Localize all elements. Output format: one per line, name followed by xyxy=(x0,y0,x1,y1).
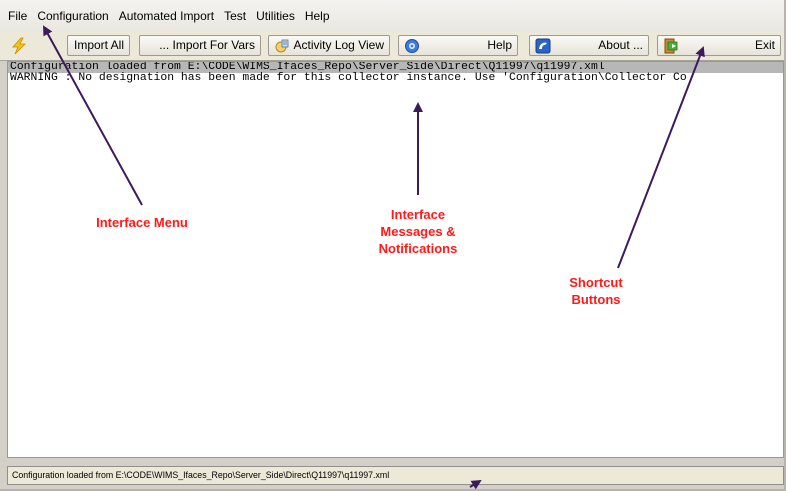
message-log[interactable]: Configuration loaded from E:\CODE\WIMS_I… xyxy=(7,61,784,458)
exit-label: Exit xyxy=(754,38,775,52)
import-for-vars-label: ... Import For Vars xyxy=(159,38,255,52)
menu-utilities[interactable]: Utilities xyxy=(251,0,300,32)
annotation-interface-messages: Interface Messages & Notifications xyxy=(378,207,458,256)
lightning-icon[interactable] xyxy=(10,37,28,55)
menu-configuration[interactable]: Configuration xyxy=(32,0,113,32)
help-label: Help xyxy=(487,38,512,52)
log-line[interactable]: WARNING : No designation has been made f… xyxy=(8,72,783,84)
menu-help[interactable]: Help xyxy=(300,0,335,32)
menu-automated-import[interactable]: Automated Import xyxy=(114,0,219,32)
import-for-vars-button[interactable]: ... Import For Vars xyxy=(139,35,261,56)
menu-file[interactable]: File xyxy=(0,0,32,32)
help-icon xyxy=(405,39,419,53)
status-bar: Configuration loaded from E:\CODE\WIMS_I… xyxy=(7,466,784,485)
activity-log-view-button[interactable]: Activity Log View xyxy=(268,35,390,56)
import-all-label: Import All xyxy=(73,38,124,52)
about-button[interactable]: About ... xyxy=(529,35,649,56)
activity-log-icon xyxy=(275,39,289,53)
annotation-shortcut-buttons: Shortcut Buttons xyxy=(569,275,623,307)
activity-log-view-label: Activity Log View xyxy=(293,38,385,52)
exit-icon xyxy=(664,38,678,54)
annotation-interface-menu: Interface Menu xyxy=(96,215,188,230)
about-icon xyxy=(535,38,551,54)
menu-bar: File Configuration Automated Import Test… xyxy=(0,0,784,33)
about-label: About ... xyxy=(598,38,643,52)
help-button[interactable]: Help xyxy=(398,35,518,56)
menu-test[interactable]: Test xyxy=(219,0,251,32)
exit-button[interactable]: Exit xyxy=(657,35,781,56)
toolbar: Import All ... Import For Vars Activity … xyxy=(0,32,784,61)
import-all-button[interactable]: Import All xyxy=(67,35,130,56)
